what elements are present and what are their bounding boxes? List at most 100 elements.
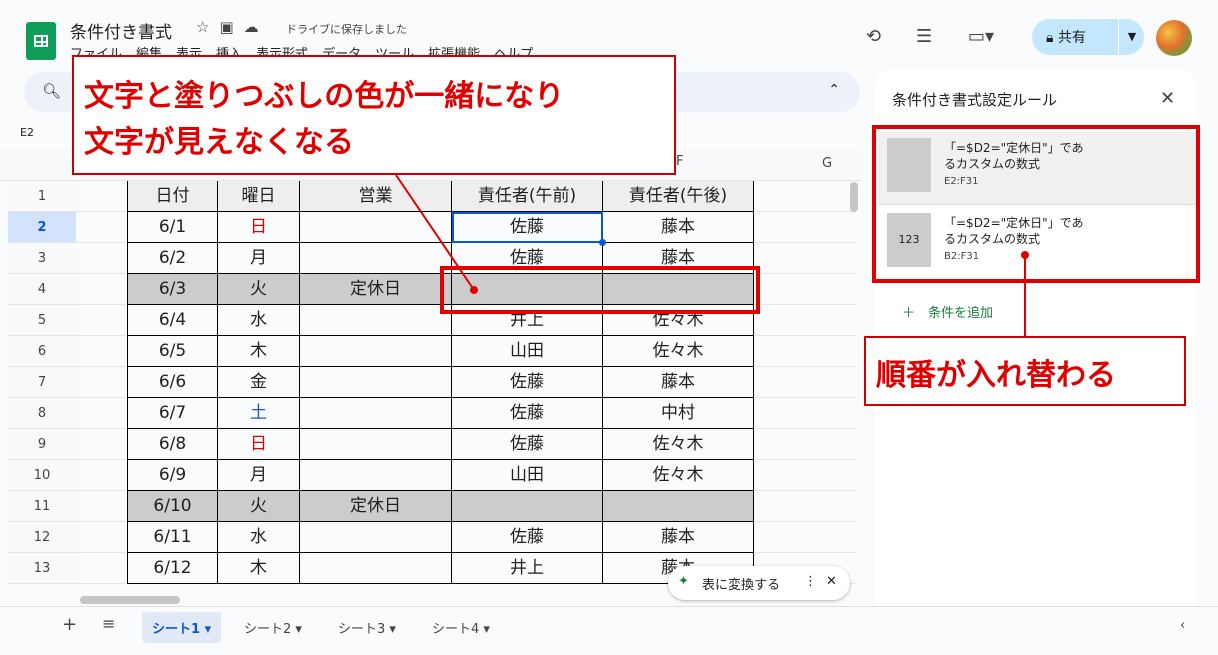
- table-cell[interactable]: [300, 367, 452, 398]
- comments-icon[interactable]: ☰: [916, 26, 932, 47]
- collapse-toolbar-icon[interactable]: ⌃: [828, 82, 840, 98]
- table-cell[interactable]: 6/8: [128, 429, 218, 460]
- table-cell[interactable]: 佐藤: [452, 429, 603, 460]
- table-cell[interactable]: 佐々木: [603, 336, 754, 367]
- table-cell[interactable]: 日: [218, 212, 300, 243]
- table-cell[interactable]: [300, 243, 452, 274]
- row-header[interactable]: 9: [8, 429, 76, 460]
- table-cell[interactable]: 6/3: [128, 274, 218, 305]
- avatar[interactable]: [1156, 20, 1192, 56]
- row-header[interactable]: 12: [8, 522, 76, 553]
- table-cell[interactable]: 6/11: [128, 522, 218, 553]
- row-header[interactable]: 13: [8, 553, 76, 584]
- row-header[interactable]: 5: [8, 305, 76, 336]
- table-cell[interactable]: 6/10: [128, 491, 218, 522]
- table-cell[interactable]: 6/4: [128, 305, 218, 336]
- table-cell[interactable]: 佐藤: [452, 522, 603, 553]
- table-cell[interactable]: 中村: [603, 398, 754, 429]
- table-cell[interactable]: [603, 491, 754, 522]
- star-icon[interactable]: ☆: [196, 18, 209, 36]
- table-header-cell[interactable]: 営業: [300, 181, 452, 212]
- row-header[interactable]: 3: [8, 243, 76, 274]
- table-cell[interactable]: 火: [218, 274, 300, 305]
- sheet-tab-2[interactable]: シート2 ▾: [244, 618, 302, 637]
- row-header[interactable]: 6: [8, 336, 76, 367]
- table-cell[interactable]: 月: [218, 460, 300, 491]
- table-header-cell[interactable]: 責任者(午後): [603, 181, 754, 212]
- row-header[interactable]: 1: [8, 181, 76, 212]
- table-cell[interactable]: 6/6: [128, 367, 218, 398]
- table-cell[interactable]: [300, 429, 452, 460]
- table-header-cell[interactable]: 責任者(午前): [452, 181, 603, 212]
- table-cell[interactable]: 6/1: [128, 212, 218, 243]
- document-title[interactable]: 条件付き書式: [70, 18, 172, 43]
- table-header-cell[interactable]: 日付: [128, 181, 218, 212]
- sheet-tab-1[interactable]: シート1 ▾: [142, 612, 222, 643]
- column-header-g[interactable]: G: [822, 156, 832, 171]
- move-folder-icon[interactable]: ▣: [219, 18, 233, 36]
- row-header[interactable]: 2: [8, 212, 76, 243]
- horizontal-scrollbar[interactable]: [80, 596, 180, 604]
- search-menus-icon[interactable]: 🔍︎: [42, 82, 61, 100]
- table-cell[interactable]: [300, 336, 452, 367]
- table-cell[interactable]: 藤本: [603, 212, 754, 243]
- row-header[interactable]: 8: [8, 398, 76, 429]
- table-cell[interactable]: 金: [218, 367, 300, 398]
- table-cell[interactable]: 日: [218, 429, 300, 460]
- sheet-tab-4[interactable]: シート4 ▾: [432, 618, 490, 637]
- sheet-tab-3[interactable]: シート3 ▾: [338, 618, 396, 637]
- row-header[interactable]: 4: [8, 274, 76, 305]
- add-rule-button[interactable]: ＋ 条件を追加: [902, 302, 993, 321]
- table-cell[interactable]: 水: [218, 522, 300, 553]
- table-cell[interactable]: 定休日: [300, 491, 452, 522]
- share-button[interactable]: 🔒︎ 共有 ▼: [1032, 19, 1144, 55]
- convert-to-table-chip[interactable]: ✦ 表に変換する ⋮ ✕: [668, 566, 850, 600]
- column-header-f[interactable]: F: [676, 154, 683, 169]
- table-cell[interactable]: 木: [218, 336, 300, 367]
- table-cell[interactable]: 藤本: [603, 522, 754, 553]
- table-cell[interactable]: 井上: [452, 553, 603, 584]
- table-cell[interactable]: [300, 522, 452, 553]
- table-cell[interactable]: 6/7: [128, 398, 218, 429]
- table-cell[interactable]: 定休日: [300, 274, 452, 305]
- more-icon[interactable]: ⋮: [804, 574, 817, 589]
- history-icon[interactable]: ⟲: [866, 26, 881, 47]
- close-icon[interactable]: ✕: [1160, 88, 1175, 109]
- table-cell[interactable]: 佐藤: [452, 367, 603, 398]
- cloud-status-icon[interactable]: ☁: [244, 18, 259, 36]
- name-box[interactable]: E2: [20, 126, 34, 139]
- row-header[interactable]: 10: [8, 460, 76, 491]
- sheets-logo-icon[interactable]: [26, 22, 56, 60]
- add-sheet-icon[interactable]: +: [62, 614, 77, 635]
- row-header[interactable]: 7: [8, 367, 76, 398]
- chevron-left-icon[interactable]: ‹: [1180, 618, 1185, 633]
- table-cell[interactable]: 佐々木: [603, 429, 754, 460]
- table-cell[interactable]: 山田: [452, 460, 603, 491]
- table-cell[interactable]: 火: [218, 491, 300, 522]
- meet-icon[interactable]: ▭▾: [968, 26, 994, 47]
- row-header[interactable]: 11: [8, 491, 76, 522]
- table-cell[interactable]: [300, 212, 452, 243]
- table-cell[interactable]: [452, 491, 603, 522]
- table-cell[interactable]: 木: [218, 553, 300, 584]
- table-cell[interactable]: 6/2: [128, 243, 218, 274]
- table-cell[interactable]: 藤本: [603, 367, 754, 398]
- table-cell[interactable]: [300, 398, 452, 429]
- table-header-cell[interactable]: 曜日: [218, 181, 300, 212]
- share-dropdown-icon[interactable]: ▼: [1118, 19, 1145, 55]
- close-chip-icon[interactable]: ✕: [826, 574, 837, 589]
- table-cell[interactable]: 山田: [452, 336, 603, 367]
- all-sheets-icon[interactable]: ≡: [102, 614, 115, 633]
- table-cell[interactable]: 佐々木: [603, 460, 754, 491]
- table-cell[interactable]: [300, 553, 452, 584]
- table-cell[interactable]: 月: [218, 243, 300, 274]
- table-cell[interactable]: 6/9: [128, 460, 218, 491]
- fill-handle[interactable]: [599, 239, 606, 246]
- table-cell[interactable]: [300, 305, 452, 336]
- table-cell[interactable]: 土: [218, 398, 300, 429]
- active-cell-cursor[interactable]: [452, 212, 603, 243]
- table-cell[interactable]: 6/12: [128, 553, 218, 584]
- table-cell[interactable]: [300, 460, 452, 491]
- table-cell[interactable]: 6/5: [128, 336, 218, 367]
- table-cell[interactable]: 佐藤: [452, 398, 603, 429]
